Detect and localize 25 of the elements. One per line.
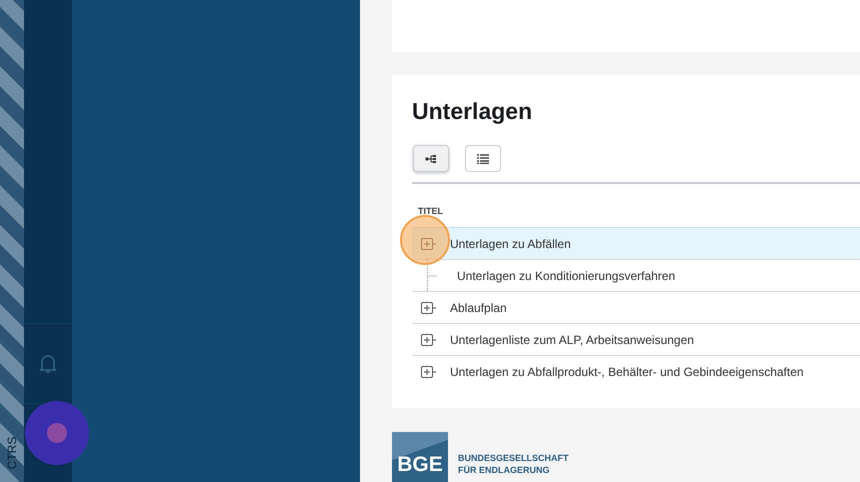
tree-icon <box>425 154 437 164</box>
expand-icon[interactable] <box>420 364 436 380</box>
logo-text: FÜR ENDLAGERUNG <box>458 464 550 476</box>
tree-row[interactable]: Unterlagenliste zum ALP, Arbeitsanweisungen <box>412 323 860 355</box>
row-title: Unterlagen zu Abfällen <box>450 236 571 252</box>
tap-highlight <box>400 215 450 265</box>
tree-row[interactable]: Unterlagen zu Konditionierungsverfahren <box>412 259 860 291</box>
column-header: TITEL <box>418 206 443 216</box>
side-label: CTRS <box>4 436 20 470</box>
list-icon <box>477 154 489 164</box>
tree-row[interactable]: Unterlagen zu Abfällen <box>412 227 860 259</box>
section-title: Unterlagen <box>412 97 534 125</box>
logo-text: BUNDESGESELLSCHAFT <box>458 452 569 464</box>
tree-row[interactable]: Unterlagen zu Abfallprodukt-, Behälter- und Gebindeeigenschaften <box>412 355 860 387</box>
list-view-button[interactable] <box>465 145 501 172</box>
logo-mark: BGE <box>392 432 448 482</box>
row-title: Ablaufplan <box>450 300 507 316</box>
expand-icon[interactable] <box>420 300 436 316</box>
tree-view-button[interactable] <box>413 145 449 172</box>
tree-connector-icon <box>427 260 437 292</box>
row-title: Unterlagen zu Konditionierungsverfahren <box>457 268 676 284</box>
expand-icon[interactable] <box>420 332 436 348</box>
row-title: Unterlagenliste zum ALP, Arbeitsanweisungen <box>450 332 694 348</box>
tree-row[interactable]: Ablaufplan <box>412 291 860 323</box>
row-title: Unterlagen zu Abfallprodukt-, Behälter- und Gebindeeigenschaften <box>450 364 804 380</box>
